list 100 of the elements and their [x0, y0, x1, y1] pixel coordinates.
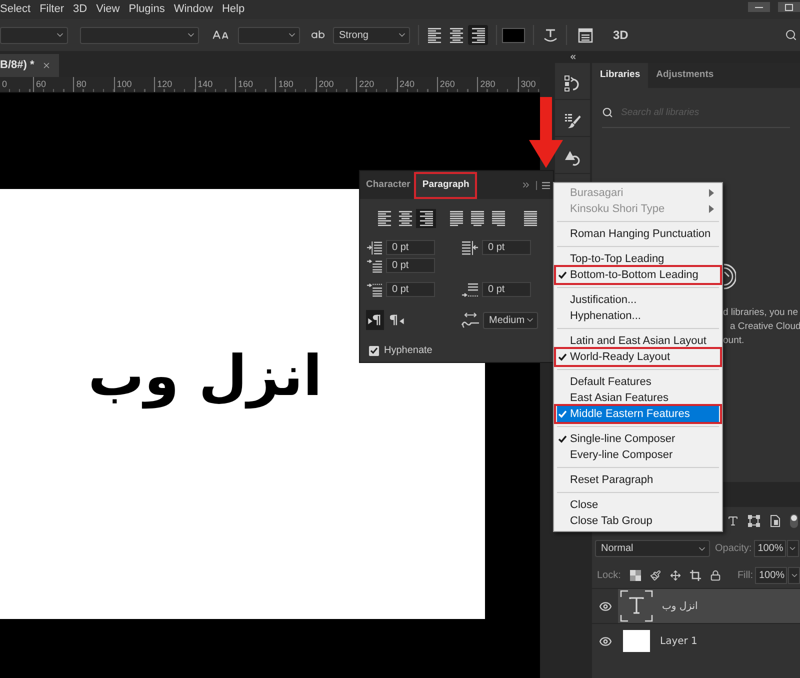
crop-icon[interactable]	[690, 570, 701, 580]
menu-item[interactable]: Top-to-Top Leading	[557, 251, 719, 267]
align-center-icon	[398, 211, 412, 226]
dropdown-field[interactable]	[0, 26, 68, 44]
minimize-button[interactable]	[748, 2, 770, 12]
menu-item[interactable]: Help	[222, 3, 245, 16]
collapse-icon[interactable]	[568, 53, 576, 61]
menu-item[interactable]: Justification...	[557, 292, 719, 308]
minimize-icon	[755, 6, 763, 8]
brush-icon[interactable]	[650, 570, 661, 580]
triangle-arrow-icon[interactable]	[564, 149, 581, 166]
close-icon[interactable]	[42, 61, 52, 70]
menu-item[interactable]: Latin and East Asian Layout	[557, 333, 719, 349]
dropdown-field[interactable]	[238, 26, 300, 44]
lock-icon[interactable]	[710, 570, 721, 580]
ruler-label: 60	[36, 79, 46, 89]
ruler-label: 0	[2, 79, 8, 89]
checkerboard-icon[interactable]	[630, 570, 641, 580]
menu-item[interactable]: Roman Hanging Punctuation	[557, 226, 719, 242]
space-before-field[interactable]: 0 pt	[386, 282, 435, 297]
blend-mode-dropdown[interactable]: Normal	[595, 540, 710, 557]
menu-item[interactable]: Default Features	[557, 374, 719, 390]
align-right-icon	[472, 28, 484, 42]
align-left-icon	[428, 28, 440, 42]
menu-item[interactable]: Bottom-to-Bottom Leading	[557, 267, 719, 283]
eye-icon[interactable]	[598, 634, 612, 648]
layer-thumbnail	[623, 630, 650, 652]
align-right-button[interactable]	[416, 209, 436, 228]
menu-icon[interactable]	[542, 182, 550, 188]
first-line-indent-field[interactable]: 0 pt	[386, 258, 435, 273]
type-layer-icon	[620, 590, 653, 622]
opacity-dropdown-button[interactable]	[786, 540, 799, 557]
panel-tab[interactable]: Libraries	[592, 63, 648, 88]
message-text: d libraries, you ne	[723, 306, 798, 320]
menu-item[interactable]: Single-line Composer	[557, 431, 719, 447]
list-brush-icon[interactable]	[564, 112, 581, 129]
color-swatch[interactable]	[502, 28, 525, 42]
menu-item[interactable]: East Asian Features	[557, 390, 719, 406]
menu-item[interactable]: Close Tab Group	[557, 513, 719, 529]
align-center-icon	[450, 28, 462, 42]
layer-item[interactable]: انزل وب	[618, 589, 800, 623]
menu-item[interactable]: Filter	[40, 3, 64, 16]
type-icon[interactable]	[727, 515, 739, 527]
align-right-button[interactable]	[468, 25, 488, 45]
layer-item[interactable]: Layer 1	[618, 624, 800, 658]
search-icon[interactable]	[785, 29, 797, 41]
menu-item[interactable]: Every-line Composer	[557, 447, 719, 463]
list-arrow-icon[interactable]	[564, 75, 581, 92]
ruler-label: 240	[400, 79, 415, 89]
check-icon	[558, 435, 567, 443]
expand-icon[interactable]	[521, 180, 531, 190]
menu-item[interactable]: Reset Paragraph	[557, 472, 719, 488]
restore-button[interactable]	[778, 2, 800, 12]
left-indent-field[interactable]: 0 pt	[386, 240, 435, 255]
menu-item[interactable]: Plugins	[128, 3, 165, 16]
justification-dropdown[interactable]: Medium	[483, 312, 538, 328]
move-icon[interactable]	[670, 570, 681, 580]
opacity-field[interactable]: 100%	[754, 540, 786, 557]
justify-all-icon	[524, 211, 536, 226]
fill-label: Fill:	[737, 568, 753, 582]
right-indent-field[interactable]: 0 pt	[482, 240, 531, 255]
hyphenate-checkbox[interactable]	[369, 346, 379, 356]
list-document-icon[interactable]	[578, 28, 593, 42]
justify-left-icon	[450, 211, 462, 226]
panel-tab[interactable]: Paragraph	[416, 171, 476, 199]
transform-box-icon[interactable]	[748, 515, 760, 527]
panel-tab[interactable]: Adjustments	[648, 63, 722, 88]
hyphenate-label: Hyphenate	[384, 344, 432, 358]
warp-text-icon[interactable]	[543, 28, 558, 42]
menu-item[interactable]: Close	[557, 497, 719, 513]
document-icon[interactable]	[769, 515, 781, 527]
left-to-right-button[interactable]	[366, 310, 384, 330]
space-after-field[interactable]: 0 pt	[482, 282, 531, 297]
justify-center-icon	[470, 211, 484, 226]
canvas-text: انزل وب	[88, 344, 322, 409]
menu-item[interactable]: Select	[0, 3, 31, 16]
opacity-label: Opacity:	[715, 542, 752, 556]
menu-item[interactable]: Window	[174, 3, 213, 16]
menu-item[interactable]: 3D	[73, 3, 88, 16]
fill-dropdown-button[interactable]	[788, 566, 800, 584]
menu-item[interactable]: World-Ready Layout	[557, 349, 719, 365]
down-arrow-icon	[529, 97, 563, 168]
toggle-switch-icon[interactable]	[790, 514, 798, 528]
menu-item[interactable]: Hyphenation...	[557, 308, 719, 324]
dropdown-field[interactable]	[80, 26, 199, 44]
eye-icon[interactable]	[598, 600, 612, 612]
menu-item[interactable]: Middle Eastern Features	[557, 406, 719, 422]
ruler-label: 160	[238, 79, 253, 89]
chevron-down-icon	[788, 544, 798, 553]
panel-tab[interactable]: Character	[360, 171, 416, 199]
space-before-icon	[367, 282, 382, 296]
three-d-button[interactable]: 3D	[613, 29, 628, 41]
document-tab[interactable]: B/8#) *	[0, 54, 60, 77]
kashida-icon	[461, 312, 480, 328]
ruler-label: 300	[520, 79, 536, 89]
ruler-label: 100	[116, 79, 132, 89]
menu-item[interactable]: View	[96, 3, 120, 16]
search-icon	[602, 107, 613, 118]
anti-alias-dropdown[interactable]: Strong	[333, 26, 410, 44]
fill-field[interactable]: 100%	[755, 566, 787, 584]
